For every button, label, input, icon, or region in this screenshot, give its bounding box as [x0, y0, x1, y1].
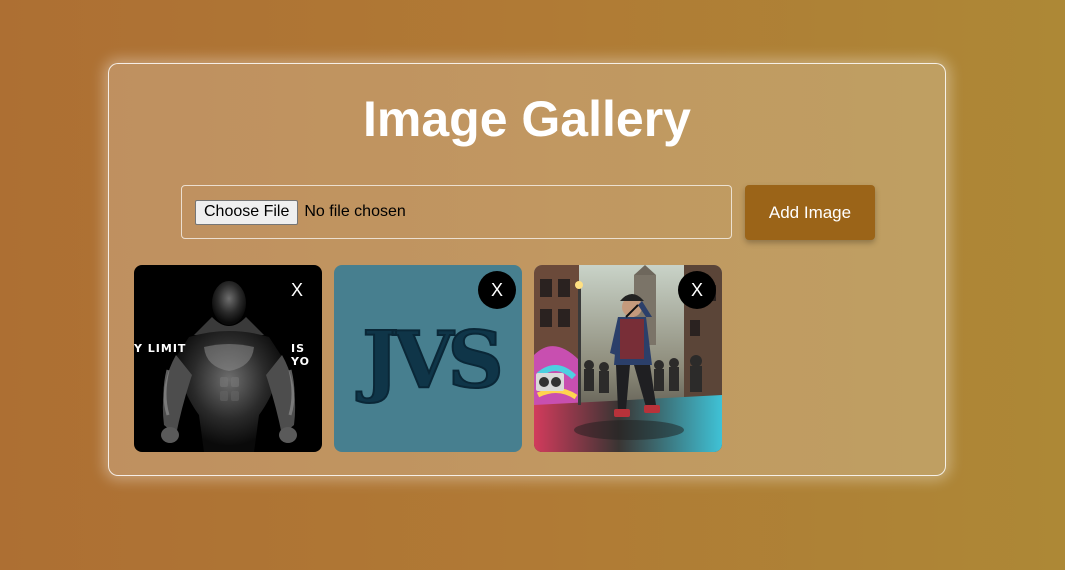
file-status-text: No file chosen [304, 203, 406, 220]
gallery-item: Y LIMIT IS YO X [134, 265, 322, 452]
gallery-item: X [534, 265, 722, 452]
overlay-text-right: IS YO [291, 342, 310, 368]
gallery-item: JVS X [334, 265, 522, 452]
add-image-button[interactable]: Add Image [745, 185, 875, 240]
choose-file-button[interactable]: Choose File [195, 199, 299, 225]
image-gallery: Y LIMIT IS YO X JVS X X [134, 265, 722, 452]
remove-image-button[interactable]: X [678, 271, 716, 309]
page-title: Image Gallery [363, 91, 691, 147]
logo-text: JVS [356, 315, 499, 406]
gallery-panel: Image Gallery Choose File No file chosen… [108, 63, 946, 476]
remove-image-button[interactable]: X [278, 271, 316, 309]
remove-image-button[interactable]: X [478, 271, 516, 309]
file-input[interactable]: Choose File No file chosen [181, 185, 732, 239]
overlay-text-left: Y LIMIT [134, 342, 187, 355]
